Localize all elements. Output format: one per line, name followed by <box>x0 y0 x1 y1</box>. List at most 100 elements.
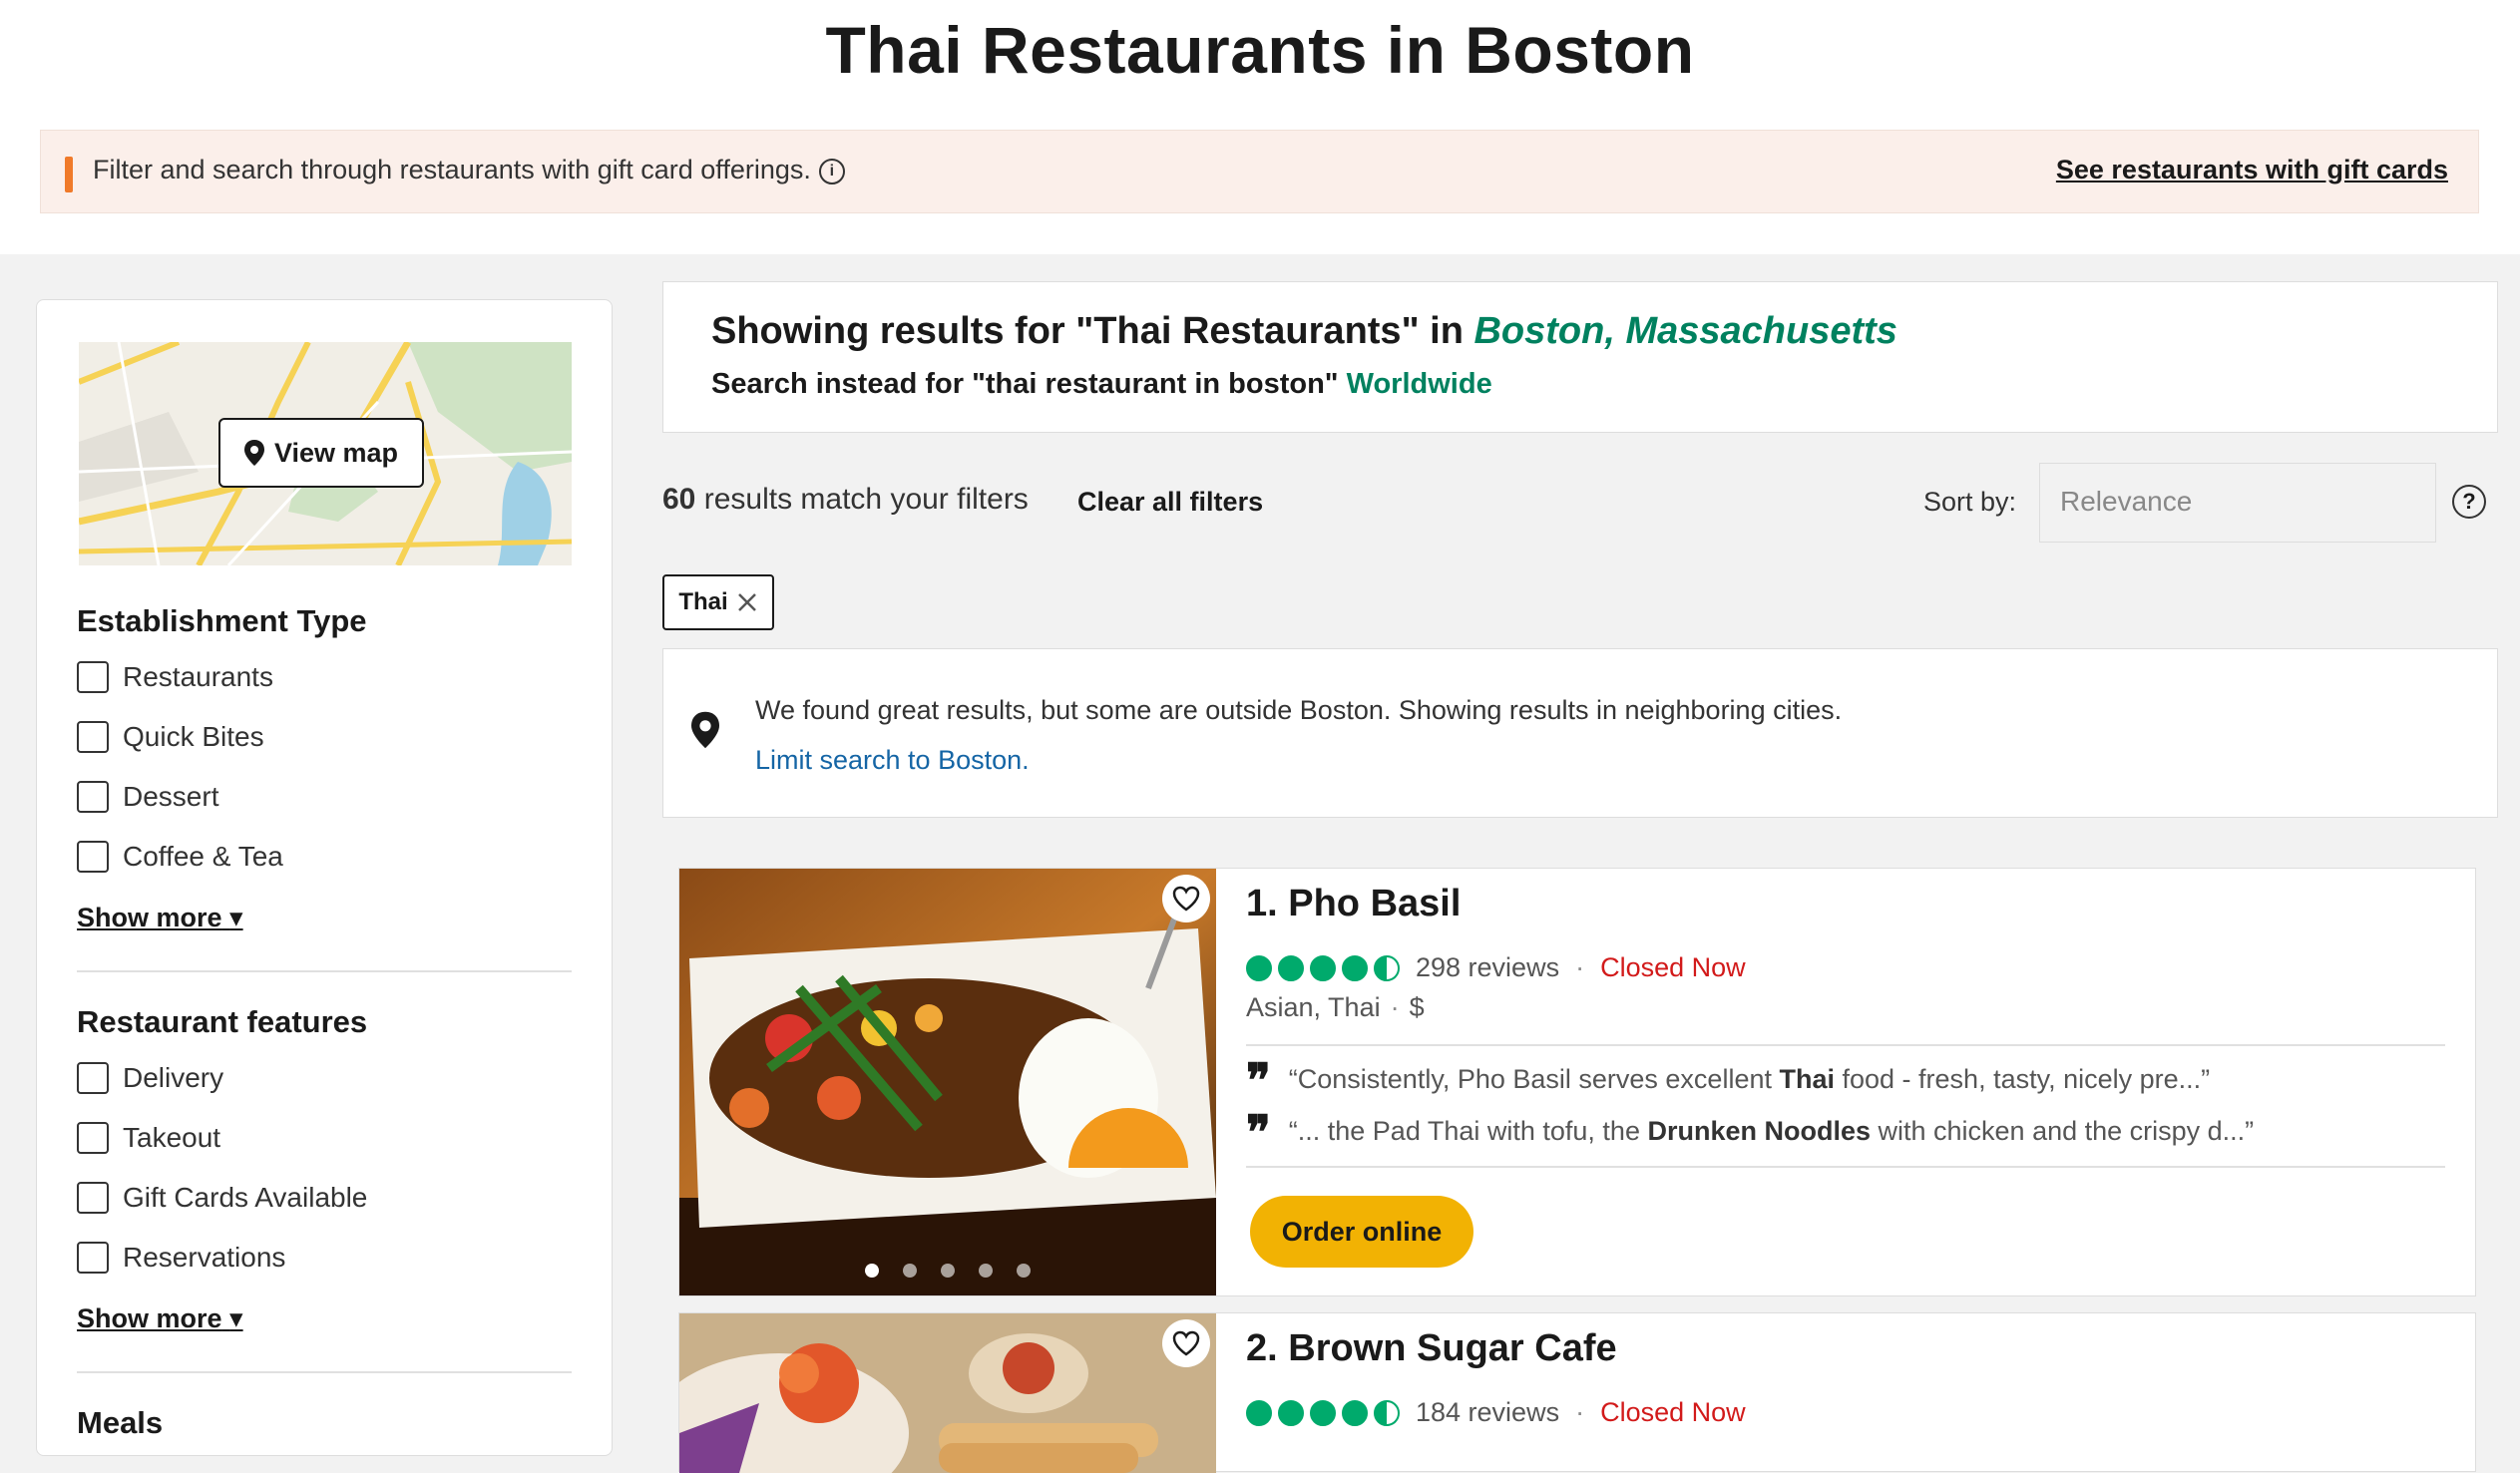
checkbox[interactable] <box>77 1122 109 1154</box>
review-snippet-text: “... the Pad Thai with tofu, the Drunken… <box>1289 1116 2254 1147</box>
active-filter-chip[interactable]: Thai <box>662 574 774 630</box>
restaurant-photo[interactable] <box>679 869 1216 1295</box>
filter-quick-bites[interactable]: Quick Bites <box>77 721 264 753</box>
search-instead-text: Search instead for "thai restaurant in b… <box>711 368 1492 401</box>
checkbox[interactable] <box>77 661 109 693</box>
food-image <box>679 869 1216 1295</box>
clear-all-filters-button[interactable]: Clear all filters <box>1077 487 1263 518</box>
rating-row: 184 reviews · Closed Now <box>1246 1397 1746 1428</box>
rating-bubble <box>1310 1399 1336 1426</box>
filter-coffee-tea[interactable]: Coffee & Tea <box>77 841 283 873</box>
filter-dessert[interactable]: Dessert <box>77 781 218 813</box>
show-more-label: Show more <box>77 1303 222 1333</box>
snippet-part: food - fresh, tasty, nicely pre...” <box>1835 1064 2211 1094</box>
filter-gift-cards[interactable]: Gift Cards Available <box>77 1182 367 1214</box>
rating-bubble <box>1246 954 1272 981</box>
limit-search-link[interactable]: Limit search to Boston. <box>755 745 1030 776</box>
open-status: Closed Now <box>1600 952 1746 982</box>
close-icon[interactable] <box>736 591 758 613</box>
carousel-dot[interactable] <box>1017 1264 1031 1278</box>
result-count-label: results match your filters <box>703 483 1029 516</box>
map-thumbnail[interactable]: View map <box>79 342 572 565</box>
card-divider <box>1246 1166 2445 1168</box>
worldwide-link[interactable]: Worldwide <box>1347 368 1492 400</box>
rating-bubble <box>1278 954 1304 981</box>
cuisine-info: Asian, Thai · $ <box>1246 992 1425 1023</box>
checkbox[interactable] <box>77 1062 109 1094</box>
dot-separator: · <box>1575 1397 1585 1427</box>
showing-results-text: Showing results for "Thai Restaurants" i… <box>711 310 1897 353</box>
carousel-dot[interactable] <box>979 1264 993 1278</box>
search-instead-label: Search instead for "thai restaurant in b… <box>711 368 1339 400</box>
sort-select[interactable]: Relevance <box>2039 463 2436 543</box>
snippet-part: “Consistently, Pho Basil serves excellen… <box>1288 1064 1780 1094</box>
rating-bubble <box>1342 954 1368 981</box>
heart-icon <box>1172 1330 1200 1356</box>
result-count-number: 60 <box>662 483 696 516</box>
gift-banner-label: Filter and search through restaurants wi… <box>93 155 811 184</box>
snippet-highlight: Drunken Noodles <box>1647 1116 1871 1146</box>
restaurant-card[interactable]: 2. Brown Sugar Cafe 184 reviews · Closed… <box>678 1312 2476 1473</box>
order-online-button[interactable]: Order online <box>1250 1196 1473 1268</box>
rating-bubble <box>1374 1399 1400 1426</box>
snippet-part: with chicken and the crispy d...” <box>1871 1116 2255 1146</box>
restaurant-name[interactable]: 1. Pho Basil <box>1246 883 1461 925</box>
carousel-dot[interactable] <box>865 1264 879 1278</box>
filter-delivery[interactable]: Delivery <box>77 1062 223 1094</box>
carousel-dots[interactable] <box>679 1264 1216 1278</box>
open-status: Closed Now <box>1600 1397 1746 1427</box>
restaurant-name[interactable]: 2. Brown Sugar Cafe <box>1246 1327 1617 1370</box>
gift-card-banner: Filter and search through restaurants wi… <box>40 130 2479 213</box>
filter-label: Quick Bites <box>123 721 264 752</box>
sort-label: Sort by: <box>1923 487 2017 517</box>
gift-cards-link[interactable]: See restaurants with gift cards <box>2056 155 2448 185</box>
filter-label: Gift Cards Available <box>123 1182 368 1213</box>
filter-label: Delivery <box>123 1062 224 1093</box>
carousel-dot[interactable] <box>941 1264 955 1278</box>
rating-bubble <box>1310 954 1336 981</box>
carousel-dot[interactable] <box>903 1264 917 1278</box>
save-heart-button[interactable] <box>1162 1319 1210 1367</box>
quote-icon: ❞ <box>1246 1104 1271 1159</box>
filter-sidebar: View map Establishment Type Restaurants … <box>36 299 613 1456</box>
review-count[interactable]: 184 reviews <box>1416 1397 1559 1428</box>
show-more-features[interactable]: Show more ▾ <box>77 1303 243 1334</box>
search-results-header: Showing results for "Thai Restaurants" i… <box>662 281 2498 433</box>
cuisine-label: Asian, Thai <box>1246 992 1381 1022</box>
caret-down-icon: ▾ <box>229 1303 243 1333</box>
rating-bubble <box>1374 954 1400 981</box>
price-level: $ <box>1409 992 1425 1022</box>
rating-bubble <box>1342 1399 1368 1426</box>
checkbox[interactable] <box>77 841 109 873</box>
checkbox[interactable] <box>77 781 109 813</box>
location-link[interactable]: Boston, Massachusetts <box>1473 310 1896 352</box>
map-pin-icon <box>243 440 264 466</box>
filter-label: Dessert <box>123 781 219 812</box>
restaurant-features-title: Restaurant features <box>77 1004 368 1039</box>
heart-icon <box>1172 886 1200 912</box>
food-image <box>679 1313 1216 1473</box>
checkbox[interactable] <box>77 1242 109 1274</box>
top-header: Thai Restaurants in Boston Filter and se… <box>0 0 2520 254</box>
quote-icon: ❞ <box>1246 1052 1271 1107</box>
info-icon[interactable]: i <box>818 158 845 184</box>
review-snippet[interactable]: ❞ “... the Pad Thai with tofu, the Drunk… <box>1246 1104 2254 1159</box>
view-map-button[interactable]: View map <box>218 418 424 488</box>
save-heart-button[interactable] <box>1162 875 1210 922</box>
show-more-establishment[interactable]: Show more ▾ <box>77 903 243 933</box>
review-snippet[interactable]: ❞ “Consistently, Pho Basil serves excell… <box>1246 1052 2211 1107</box>
banner-accent <box>65 157 73 192</box>
restaurant-card[interactable]: 1. Pho Basil 298 reviews · Closed Now As… <box>678 868 2476 1296</box>
filter-reservations[interactable]: Reservations <box>77 1242 285 1274</box>
page-title: Thai Restaurants in Boston <box>825 13 1695 87</box>
section-divider <box>77 1371 572 1373</box>
show-more-label: Show more <box>77 903 222 932</box>
filter-restaurants[interactable]: Restaurants <box>77 661 273 693</box>
checkbox[interactable] <box>77 721 109 753</box>
checkbox[interactable] <box>77 1182 109 1214</box>
help-icon[interactable]: ? <box>2452 485 2486 519</box>
filter-takeout[interactable]: Takeout <box>77 1122 220 1154</box>
restaurant-photo[interactable] <box>679 1313 1216 1473</box>
showing-prefix: Showing results for "Thai Restaurants" i… <box>711 310 1464 352</box>
review-count[interactable]: 298 reviews <box>1416 952 1559 983</box>
